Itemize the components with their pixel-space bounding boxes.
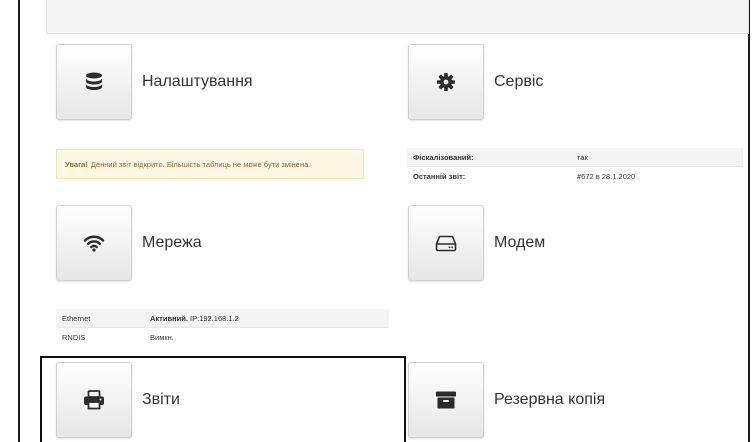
network-tile[interactable]: Мережа [56, 205, 202, 281]
ethernet-status: Активний. [150, 313, 188, 323]
rndis-key: RNDIS [56, 327, 144, 346]
top-bar [46, 0, 749, 34]
backup-button[interactable] [408, 362, 484, 438]
last-report-key: Останній звіт: [407, 166, 571, 185]
network-label: Мережа [142, 234, 202, 251]
reports-button[interactable] [56, 362, 132, 438]
database-icon [83, 71, 105, 93]
gear-icon [436, 72, 456, 92]
printer-icon [83, 390, 105, 410]
table-row: Ethernet Активний. IP:192.168.1.2 [56, 309, 389, 328]
service-label: Сервіс [494, 73, 544, 90]
day-report-warning: Увага! Денний звіт відкрито. Більшість т… [56, 149, 364, 179]
settings-label: Налаштування [142, 73, 253, 90]
modem-label: Модем [494, 234, 546, 251]
table-row: RNDIS Вимкн. [56, 327, 389, 346]
reports-tile[interactable]: Звіти [56, 362, 180, 438]
settings-button[interactable] [56, 44, 132, 120]
backup-tile[interactable]: Резервна копія [408, 362, 605, 438]
settings-tile[interactable]: Налаштування [56, 44, 253, 120]
archive-box-icon [435, 390, 457, 410]
ethernet-key: Ethernet [56, 309, 144, 328]
service-tile[interactable]: Сервіс [408, 44, 543, 120]
rndis-status: Вимкн. [150, 332, 174, 342]
table-row: Останній звіт: #672 в 28.1.2020 [407, 166, 743, 185]
table-row: Фіскалізований: так [407, 148, 743, 167]
backup-label: Резервна копія [494, 391, 606, 408]
warning-strong: Увага! [65, 159, 88, 169]
warning-text: Денний звіт відкрито. Більшість таблиць … [90, 159, 311, 169]
modem-tile[interactable]: Модем [408, 205, 545, 281]
modem-button[interactable] [408, 205, 484, 281]
network-button[interactable] [56, 205, 132, 281]
service-button[interactable] [408, 44, 484, 120]
network-status-table: Ethernet Активний. IP:192.168.1.2 RNDIS … [56, 309, 389, 346]
ethernet-ip: IP:192.168.1.2 [190, 313, 239, 323]
last-report-value: #672 в 28.1.2020 [571, 166, 743, 185]
fiscal-info-table: Фіскалізований: так Останній звіт: #672 … [407, 148, 743, 185]
wifi-icon [83, 234, 105, 252]
fiscalized-value: так [571, 148, 743, 167]
hard-drive-icon [435, 234, 457, 252]
fiscalized-key: Фіскалізований: [407, 148, 571, 167]
reports-label: Звіти [142, 391, 180, 408]
